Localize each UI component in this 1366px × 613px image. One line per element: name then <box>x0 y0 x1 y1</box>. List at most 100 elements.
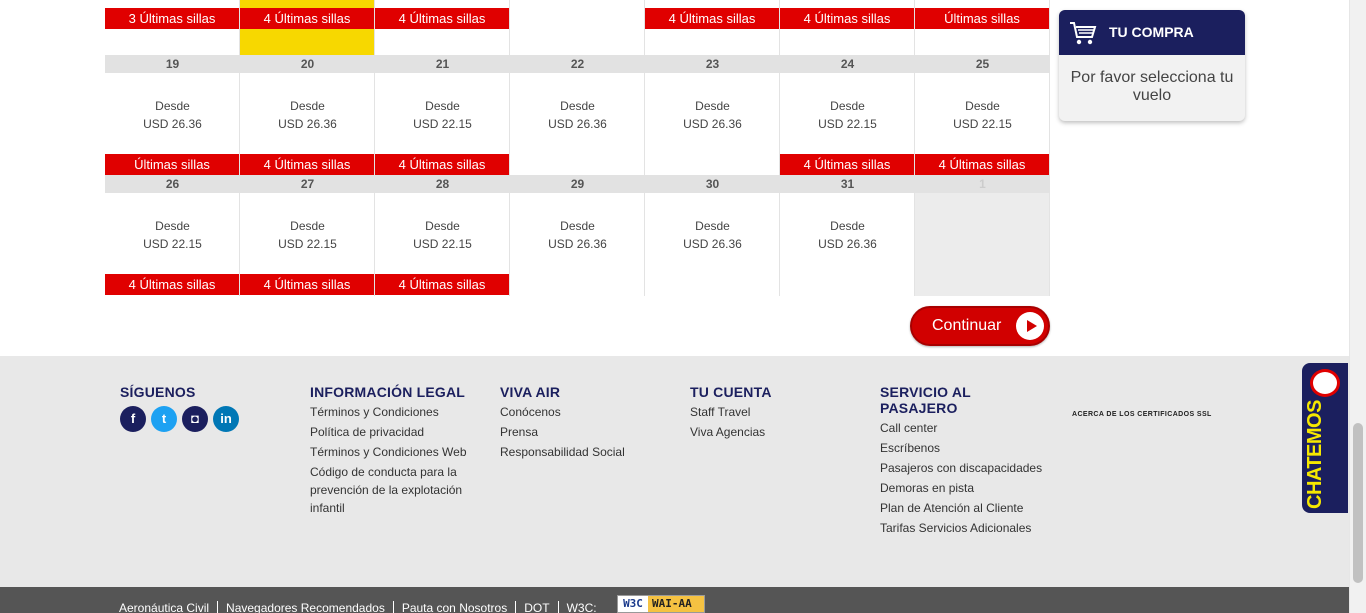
footer-link[interactable]: Call center <box>880 419 1050 437</box>
day-number: 19 <box>105 55 240 73</box>
seats-left-badge: Últimas sillas <box>105 154 239 175</box>
calendar-day-cell: 1 <box>915 175 1050 296</box>
fare-desde-label: Desde <box>560 219 595 233</box>
seats-left-badge: 4 Últimas sillas <box>375 274 509 295</box>
fare-info: Desde USD 26.36 <box>510 217 645 253</box>
continue-button[interactable]: Continuar <box>910 306 1050 346</box>
footer-link[interactable]: Escríbenos <box>880 439 1050 457</box>
cart-panel: TU COMPRA Por favor selecciona tu vuelo <box>1059 10 1245 121</box>
calendar-day-cell[interactable]: 26 Desde USD 22.15 4 Últimas sillas <box>105 175 240 296</box>
calendar-day-cell[interactable]: USD 26.36Últimas sillas <box>915 0 1050 55</box>
calendar-day-cell[interactable]: 31 Desde USD 26.36 <box>780 175 915 296</box>
calendar-day-cell[interactable]: USD 26.363 Últimas sillas <box>105 0 240 55</box>
footer-link[interactable]: Términos y Condiciones Web <box>310 443 480 461</box>
twitter-icon[interactable]: t <box>151 406 177 432</box>
day-number: 1 <box>915 175 1050 193</box>
footer-link[interactable]: Tarifas Servicios Adicionales <box>880 519 1050 537</box>
calendar-day-cell[interactable]: 21 Desde USD 22.15 4 Últimas sillas <box>375 55 510 175</box>
day-number: 28 <box>375 175 510 193</box>
calendar-day-cell[interactable]: 19 Desde USD 26.36 Últimas sillas <box>105 55 240 175</box>
footer-cuenta-title: TU CUENTA <box>690 384 772 400</box>
instagram-icon[interactable]: ◘ <box>182 406 208 432</box>
footer-cuenta: TU CUENTA Staff Travel Viva Agencias <box>690 384 772 443</box>
footer-viva: VIVA AIR Conócenos Prensa Responsabilida… <box>500 384 625 463</box>
footer-legal-title: INFORMACIÓN LEGAL <box>310 384 466 400</box>
footer-link[interactable]: Staff Travel <box>690 403 772 421</box>
continue-button-label: Continuar <box>932 317 1002 334</box>
facebook-icon[interactable]: f <box>120 406 146 432</box>
wai-level: WAI-AA <box>652 597 692 610</box>
seats-left-badge: 4 Últimas sillas <box>375 8 509 29</box>
calendar-day-cell[interactable]: 25 Desde USD 22.15 4 Últimas sillas <box>915 55 1050 175</box>
footer-link[interactable]: Prensa <box>500 423 625 441</box>
day-number: 26 <box>105 175 240 193</box>
calendar-day-cell[interactable]: 24 Desde USD 22.15 4 Últimas sillas <box>780 55 915 175</box>
ssl-certificates-link[interactable]: ACERCA DE LOS CERTIFICADOS SSL <box>1072 411 1212 418</box>
scrollbar-thumb[interactable] <box>1353 423 1363 583</box>
seats-left-badge: 4 Últimas sillas <box>240 154 374 175</box>
day-number: 23 <box>645 55 780 73</box>
fare-price: USD 22.15 <box>143 237 202 251</box>
bottom-link[interactable]: Pauta con Nosotros <box>394 601 517 613</box>
bottom-link[interactable]: Navegadores Recomendados <box>218 601 394 613</box>
chat-tab[interactable]: CHATEMOS <box>1302 363 1348 513</box>
footer-link[interactable]: Política de privacidad <box>310 423 480 441</box>
bottom-link[interactable]: Aeronáutica Civil <box>119 601 219 613</box>
calendar-day-cell[interactable]: 20 Desde USD 26.36 4 Últimas sillas <box>240 55 375 175</box>
fare-info: Desde USD 22.15 <box>105 217 240 253</box>
chat-label: CHATEMOS <box>1304 400 1326 509</box>
calendar-day-cell[interactable]: USD 31.694 Últimas sillas <box>645 0 780 55</box>
footer-link[interactable]: Pasajeros con discapacidades <box>880 459 1050 477</box>
footer-legal: INFORMACIÓN LEGAL Términos y Condiciones… <box>310 384 480 519</box>
linkedin-icon[interactable]: in <box>213 406 239 432</box>
wai-aa-badge[interactable]: W3C WAI-AA <box>617 595 705 613</box>
calendar-day-cell[interactable]: 27 Desde USD 22.15 4 Últimas sillas <box>240 175 375 296</box>
day-number: 24 <box>780 55 915 73</box>
calendar-day-cell[interactable]: 29 Desde USD 26.36 <box>510 175 645 296</box>
footer-servicio: SERVICIO AL PASAJERO Call center Escríbe… <box>880 384 1050 539</box>
fare-price: USD 26.36 <box>683 117 742 131</box>
footer-link[interactable]: Responsabilidad Social <box>500 443 625 461</box>
fare-desde-label: Desde <box>155 99 190 113</box>
fare-desde-label: Desde <box>290 219 325 233</box>
fare-price: USD 26.36 <box>143 117 202 131</box>
day-number: 20 <box>240 55 375 73</box>
calendar-day-cell[interactable]: USD 22.154 Últimas sillas <box>375 0 510 55</box>
seats-left-badge: 4 Últimas sillas <box>240 274 374 295</box>
footer: SÍGUENOS f t ◘ in INFORMACIÓN LEGAL Térm… <box>0 356 1366 587</box>
fare-info: Desde USD 22.15 <box>375 217 510 253</box>
footer-link[interactable]: Términos y Condiciones <box>310 403 480 421</box>
calendar-day-cell[interactable]: 22 Desde USD 26.36 <box>510 55 645 175</box>
footer-social-title: SÍGUENOS <box>120 384 196 400</box>
w3c-logo: W3C <box>618 596 648 612</box>
footer-link[interactable]: Conócenos <box>500 403 625 421</box>
fare-info: Desde USD 26.36 <box>645 97 780 133</box>
fare-info: Desde USD 26.36 <box>780 217 915 253</box>
fare-price: USD 26.36 <box>818 237 877 251</box>
day-number: 29 <box>510 175 645 193</box>
cart-title: TU COMPRA <box>1109 24 1194 40</box>
calendar-day-cell[interactable]: USD 26.36 <box>510 0 645 55</box>
calendar-day-cell[interactable]: 23 Desde USD 26.36 <box>645 55 780 175</box>
footer-link[interactable]: Código de conducta para la prevención de… <box>310 463 480 517</box>
calendar-day-cell[interactable]: USD 22.154 Últimas sillas <box>240 0 375 55</box>
fare-desde-label: Desde <box>965 99 1000 113</box>
calendar-day-cell[interactable]: USD 31.694 Últimas sillas <box>780 0 915 55</box>
seats-left-badge: 4 Últimas sillas <box>645 8 779 29</box>
footer-link[interactable]: Demoras en pista <box>880 479 1050 497</box>
page: USD 26.363 Últimas sillasUSD 22.154 Últi… <box>0 0 1366 613</box>
calendar-day-cell[interactable]: 30 Desde USD 26.36 <box>645 175 780 296</box>
footer-link[interactable]: Viva Agencias <box>690 423 772 441</box>
fare-desde-label: Desde <box>830 99 865 113</box>
day-number: 22 <box>510 55 645 73</box>
seats-left-badge: 4 Últimas sillas <box>915 154 1049 175</box>
footer-link[interactable]: Plan de Atención al Cliente <box>880 499 1050 517</box>
play-icon <box>1016 312 1044 340</box>
fare-desde-label: Desde <box>155 219 190 233</box>
seats-left-badge: 3 Últimas sillas <box>105 8 239 29</box>
day-number: 25 <box>915 55 1050 73</box>
scrollbar[interactable] <box>1349 0 1366 613</box>
bottom-link[interactable]: DOT <box>516 601 559 613</box>
seats-left-badge: 4 Últimas sillas <box>240 8 374 29</box>
calendar-day-cell[interactable]: 28 Desde USD 22.15 4 Últimas sillas <box>375 175 510 296</box>
